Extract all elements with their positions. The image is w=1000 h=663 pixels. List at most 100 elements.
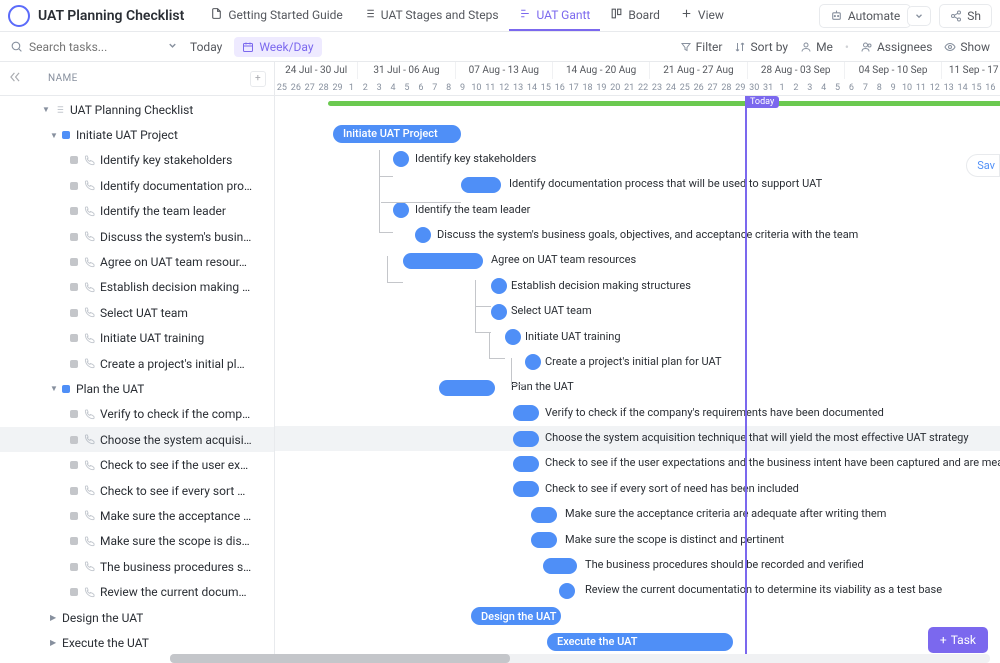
tree-row[interactable]: ▼UAT Planning Checklist [0,97,274,122]
tab-uat-stages-and-steps[interactable]: UAT Stages and Steps [353,1,509,31]
gantt-task[interactable] [513,481,539,497]
gantt-task[interactable] [439,380,495,396]
tree-row[interactable]: Check to see if every sort … [0,478,274,503]
tree-row[interactable]: ▼Plan the UAT [0,376,274,401]
gantt-milestone[interactable] [393,202,409,218]
day-header-cell[interactable]: 25 [275,79,289,96]
day-header-cell[interactable]: 23 [650,79,664,96]
tree-row[interactable]: Identify documentation pro… [0,173,274,198]
tab-getting-started-guide[interactable]: Getting Started Guide [200,1,352,31]
tree-row[interactable]: Review the current docum… [0,579,274,604]
gantt-task[interactable] [543,558,577,574]
tree-row[interactable]: Check to see if the user ex… [0,452,274,477]
tree-row[interactable]: Establish decision making … [0,275,274,300]
automate-dropdown[interactable] [907,6,931,26]
add-column-button[interactable]: + [250,71,266,87]
day-header-cell[interactable]: 31 [761,79,775,96]
day-header-cell[interactable]: 26 [289,79,303,96]
day-header-cell[interactable]: 28 [317,79,331,96]
tab-view[interactable]: View [670,1,734,31]
day-header-cell[interactable]: 7 [428,79,442,96]
day-header-cell[interactable]: 6 [845,79,859,96]
tree-row[interactable]: Make sure the acceptance … [0,503,274,528]
gantt-bar[interactable]: Initiate UAT Project [333,125,461,143]
day-header-cell[interactable]: 27 [303,79,317,96]
day-header-cell[interactable]: 14 [525,79,539,96]
week-header-cell[interactable]: 04 Sep - 10 Sep [845,62,942,79]
day-header-cell[interactable]: 3 [803,79,817,96]
expand-toggle[interactable]: ▼ [50,384,58,393]
day-header-cell[interactable]: 2 [789,79,803,96]
gantt-milestone[interactable] [491,278,507,294]
show-button[interactable]: Show [944,40,990,54]
expand-toggle[interactable]: ▼ [50,131,58,140]
gantt-milestone[interactable] [559,583,575,599]
me-button[interactable]: Me [800,40,833,54]
day-header-cell[interactable]: 11 [914,79,928,96]
day-header-cell[interactable]: 15 [970,79,984,96]
assignees-button[interactable]: Assignees [861,40,932,54]
tree-row[interactable]: Select UAT team [0,300,274,325]
day-header-cell[interactable]: 1 [344,79,358,96]
search-dropdown[interactable] [167,40,178,54]
day-header-cell[interactable]: 28 [720,79,734,96]
tree-row[interactable]: Verify to check if the comp… [0,402,274,427]
day-header-cell[interactable]: 4 [817,79,831,96]
expand-toggle[interactable]: ▶ [50,613,58,622]
gantt-milestone[interactable] [505,329,521,345]
tree-row[interactable]: The business procedures s… [0,554,274,579]
tree-row[interactable]: Identify key stakeholders [0,148,274,173]
tree-row[interactable]: ▼Initiate UAT Project [0,122,274,147]
gantt-bar[interactable]: Execute the UAT [547,633,733,651]
day-header-cell[interactable]: 13 [942,79,956,96]
save-pill[interactable]: Sav [966,154,1000,177]
day-header-cell[interactable]: 14 [956,79,970,96]
gantt-task[interactable] [531,507,557,523]
day-header-cell[interactable]: 10 [469,79,483,96]
day-header-cell[interactable]: 29 [733,79,747,96]
gantt-milestone[interactable] [393,151,409,167]
tab-uat-gantt[interactable]: UAT Gantt [509,1,601,31]
gantt-milestone[interactable] [415,227,431,243]
day-header-cell[interactable]: 16 [983,79,997,96]
week-header-cell[interactable]: 31 Jul - 06 Aug [358,62,455,79]
day-header-cell[interactable]: 29 [331,79,345,96]
gantt-task[interactable] [513,431,539,447]
day-header-cell[interactable]: 8 [442,79,456,96]
day-header-cell[interactable]: 11 [483,79,497,96]
horizontal-scrollbar[interactable] [170,654,990,663]
day-header-cell[interactable]: 4 [386,79,400,96]
gantt-task[interactable] [513,456,539,472]
day-header-cell[interactable]: 16 [553,79,567,96]
gantt-milestone[interactable] [525,354,541,370]
day-header-cell[interactable]: 9 [886,79,900,96]
day-header-cell[interactable]: 22 [636,79,650,96]
day-header-cell[interactable]: 19 [594,79,608,96]
gantt-task[interactable] [513,405,539,421]
share-button[interactable]: Sh [939,4,992,28]
day-header-cell[interactable]: 13 [511,79,525,96]
day-header-cell[interactable]: 18 [581,79,595,96]
week-header-cell[interactable]: 21 Aug - 27 Aug [650,62,747,79]
expand-toggle[interactable]: ▼ [42,105,50,114]
day-header-cell[interactable]: 20 [608,79,622,96]
day-header-cell[interactable]: 10 [900,79,914,96]
automate-button[interactable]: Automate [819,4,911,28]
day-header-cell[interactable]: 27 [706,79,720,96]
day-header-cell[interactable]: 6 [414,79,428,96]
gantt-task[interactable] [403,253,483,269]
today-button[interactable]: Today [190,40,222,54]
gantt-bar[interactable]: Design the UAT [471,607,561,625]
day-header-cell[interactable]: 25 [678,79,692,96]
search-box[interactable] [10,40,155,54]
new-task-button[interactable]: + Task [928,627,988,653]
day-header-cell[interactable]: 2 [358,79,372,96]
tree-row[interactable]: Discuss the system's busin… [0,224,274,249]
day-header-cell[interactable]: 7 [858,79,872,96]
day-header-cell[interactable]: 8 [872,79,886,96]
app-logo[interactable] [8,5,30,27]
week-header-cell[interactable]: 28 Aug - 03 Sep [748,62,845,79]
week-header-cell[interactable]: 07 Aug - 13 Aug [456,62,553,79]
day-header-cell[interactable]: 5 [831,79,845,96]
weekday-toggle[interactable]: Week/Day [234,37,321,57]
